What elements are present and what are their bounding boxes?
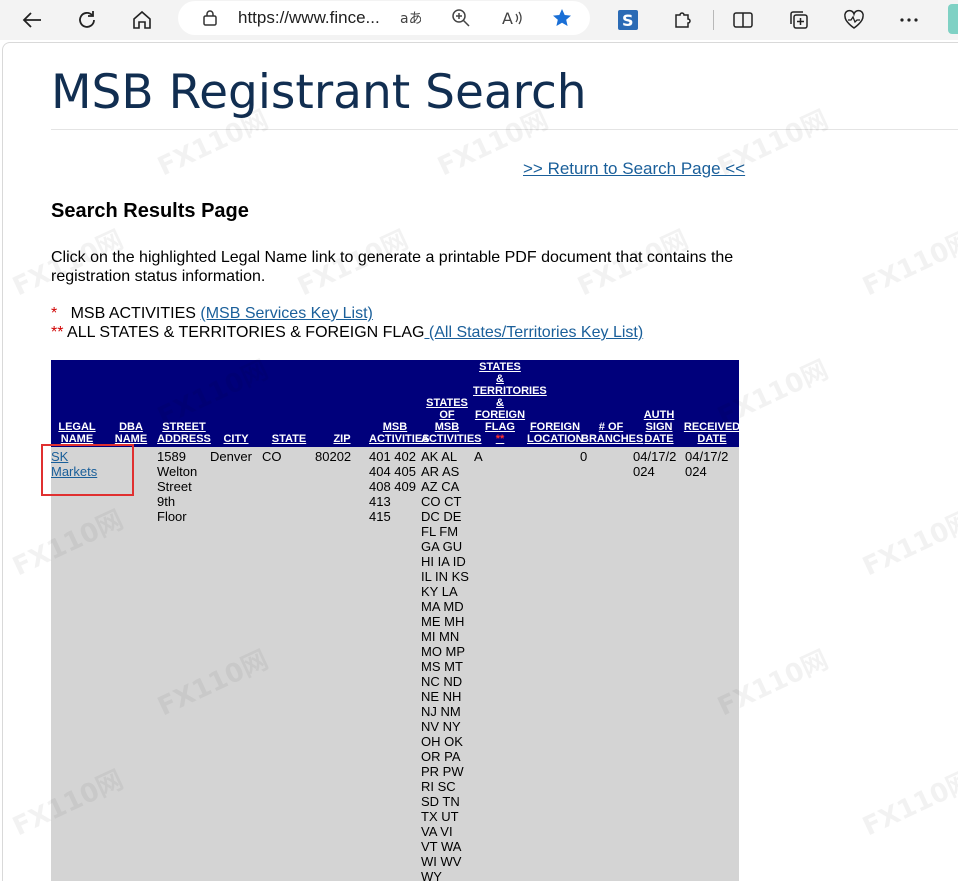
split-screen-icon[interactable]	[729, 6, 757, 34]
watermark: FX110网	[858, 225, 958, 303]
header-foreign-location[interactable]: FOREIGN LOCATION	[527, 421, 584, 445]
zoom-icon[interactable]	[449, 6, 473, 30]
svg-text:aあ: aあ	[400, 11, 421, 27]
cell-branches: 0	[580, 449, 588, 464]
table-header: LEGAL NAME DBA NAME STREET ADDRESS CITY STA…	[51, 349, 741, 447]
watermark: FX110网	[858, 505, 958, 583]
header-street-address[interactable]: STREET ADDRESS	[157, 421, 211, 445]
heart-pulse-icon[interactable]	[840, 6, 868, 34]
header-received-date[interactable]: RECEIVED DATE	[683, 421, 741, 445]
home-icon[interactable]	[128, 6, 156, 34]
cell-msb-activities: 401 402 404 405 408 409 413 415	[369, 449, 416, 524]
header-states-of-msb[interactable]: STATES OF MSB ACTIVITIES	[421, 397, 482, 445]
instruction-text: Click on the highlighted Legal Name link…	[51, 249, 734, 285]
url-text[interactable]: https://www.fince...	[238, 8, 380, 28]
results-heading: Search Results Page	[51, 200, 249, 222]
states-asterisk: **	[51, 324, 64, 341]
favorite-star-icon[interactable]	[550, 6, 574, 30]
header-branches[interactable]: # OF BRANCHES	[581, 421, 643, 445]
title-divider	[51, 129, 958, 130]
legend-msb: * MSB ACTIVITIES (MSB Services Key List)	[51, 305, 373, 323]
lock-icon[interactable]	[198, 6, 222, 30]
highlight-annotation-box	[41, 444, 134, 496]
states-key-link[interactable]: (All States/Territories Key List)	[424, 324, 643, 341]
more-icon[interactable]	[895, 6, 923, 34]
read-aloud-text-icon[interactable]: aあ	[398, 6, 422, 30]
cell-city: Denver	[210, 449, 252, 464]
header-zip[interactable]: ZIP	[317, 433, 367, 445]
header-state[interactable]: STATE	[265, 433, 313, 445]
cell-zip: 80202	[315, 449, 352, 464]
states-label: ALL STATES & TERRITORIES & FOREIGN FLAG	[63, 324, 425, 341]
page-viewport: MSB Registrant Search >> Return to Searc…	[2, 42, 958, 881]
cell-street-address: 1589 Welton Street 9th Floor	[157, 449, 198, 524]
msb-services-key-link[interactable]: (MSB Services Key List)	[200, 305, 372, 322]
results-table: LEGAL NAME DBA NAME STREET ADDRESS CITY STA…	[51, 349, 741, 881]
svg-text:S: S	[622, 11, 634, 30]
cell-states-list: AK AL AR AS AZ CA CO CT DC DE FL FM GA G…	[421, 449, 469, 881]
header-all-states[interactable]: ALL STATES & TERRITORIES & FOREIGN FLAG **	[473, 349, 547, 445]
cell-received-date: 04/17/2 024	[685, 449, 729, 479]
header-city[interactable]: CITY	[213, 433, 259, 445]
cell-all-states-flag: A	[474, 449, 483, 464]
address-bar[interactable]: https://www.fince... aあ A	[178, 1, 590, 35]
msb-label: MSB ACTIVITIES	[70, 305, 201, 322]
svg-text:A: A	[502, 9, 513, 28]
toolbar-separator	[713, 10, 714, 30]
return-to-search-link[interactable]: >> Return to Search Page <<	[523, 159, 745, 179]
cell-auth-sign-date: 04/17/2 024	[633, 449, 677, 479]
back-icon[interactable]	[18, 6, 46, 34]
browser-toolbar: https://www.fince... aあ A S	[0, 0, 958, 40]
read-aloud-icon[interactable]: A	[500, 6, 524, 30]
cell-state: CO	[262, 449, 282, 464]
refresh-icon[interactable]	[73, 6, 101, 34]
header-legal-name[interactable]: LEGAL NAME	[51, 421, 103, 445]
watermark: FX110网	[858, 765, 958, 843]
page-title: MSB Registrant Search	[51, 65, 587, 120]
header-msb-activities[interactable]: MSB ACTIVITIES	[369, 421, 430, 445]
extension-s-icon[interactable]: S	[614, 6, 642, 34]
collections-icon[interactable]	[785, 6, 813, 34]
header-auth-sign-date[interactable]: AUTH SIGN DATE	[637, 409, 681, 445]
header-dba-name[interactable]: DBA NAME	[107, 421, 155, 445]
sidebar-edge-icon[interactable]	[948, 4, 958, 34]
puzzle-icon[interactable]	[669, 6, 697, 34]
msb-asterisk: *	[51, 305, 58, 322]
legend-states: ** ALL STATES & TERRITORIES & FOREIGN FL…	[51, 324, 643, 342]
